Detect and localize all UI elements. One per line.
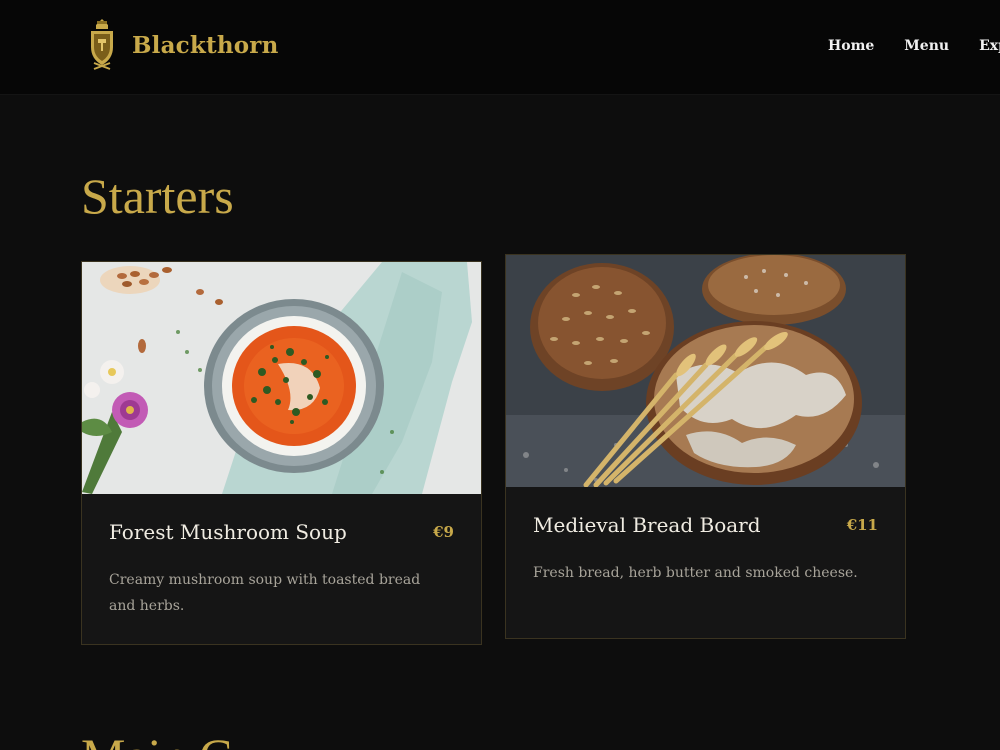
nav-menu-link[interactable]: Menu	[904, 38, 949, 54]
card-body: Medieval Bread Board €11 Fresh bread, he…	[506, 487, 905, 586]
menu-content: Starters Forest Mushroom Soup €9 Creamy …	[0, 95, 1000, 750]
menu-item-price: €9	[433, 523, 454, 541]
menu-item-price: €11	[846, 516, 878, 534]
nav-experience-link[interactable]: Exp	[979, 38, 1000, 54]
section-title-mains: Main C	[81, 727, 232, 750]
bread-loaves-photo	[506, 255, 905, 487]
card-body: Forest Mushroom Soup €9 Creamy mushroom …	[82, 494, 481, 619]
brand-name: Blackthorn	[132, 31, 279, 59]
main-nav: Home Menu Exp	[828, 38, 1000, 54]
menu-item-name: Forest Mushroom Soup	[109, 520, 347, 544]
crest-icon	[91, 19, 113, 70]
menu-item-card[interactable]: Medieval Bread Board €11 Fresh bread, he…	[505, 254, 906, 639]
menu-item-description: Fresh bread, herb butter and smoked chee…	[533, 565, 858, 581]
site-header: Blackthorn Home Menu Exp	[0, 0, 1000, 95]
logo[interactable]: Blackthorn	[88, 17, 279, 73]
section-title-starters: Starters	[81, 168, 234, 224]
soup-bowl-photo	[82, 262, 481, 494]
menu-item-name: Medieval Bread Board	[533, 513, 761, 537]
menu-item-card[interactable]: Forest Mushroom Soup €9 Creamy mushroom …	[81, 261, 482, 645]
menu-item-description: Creamy mushroom soup with toasted bread …	[109, 572, 421, 614]
nav-home-link[interactable]: Home	[828, 38, 874, 54]
